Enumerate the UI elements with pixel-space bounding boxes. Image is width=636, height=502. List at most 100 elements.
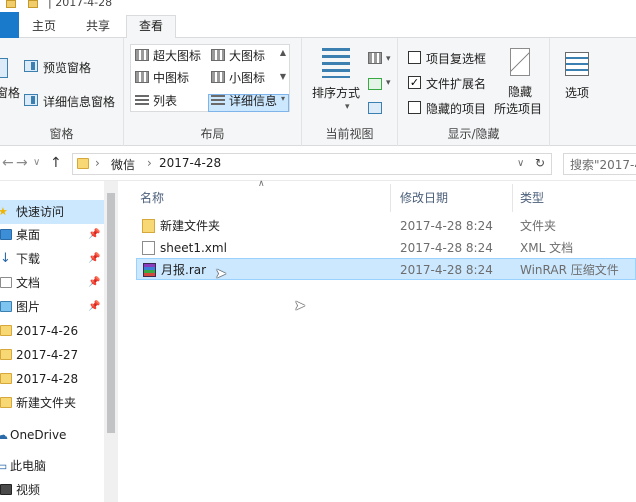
- options-group: 选项: [550, 38, 606, 146]
- navigation-pane-button[interactable]: 窗格: [0, 84, 20, 101]
- file-list: ∧ 名称 修改日期 类型 新建文件夹 2017-4-28 8:24 文件夹 sh…: [118, 179, 636, 502]
- column-separator[interactable]: [512, 184, 513, 212]
- xml-file-icon: [142, 241, 155, 255]
- refresh-icon[interactable]: ↻: [535, 156, 545, 170]
- current-view-group: 排序方式 ▾ ▾ ▾ 当前视图: [302, 38, 398, 146]
- show-hide-group: 项目复选框 ✓ 文件扩展名 隐藏的项目 隐藏 所选项目 显示/隐藏: [398, 38, 550, 146]
- group-by-dropdown-icon[interactable]: ▾: [386, 54, 391, 64]
- hidden-items-label: 隐藏的项目: [426, 102, 487, 116]
- nav-item-desktop[interactable]: 桌面 📌: [0, 223, 104, 247]
- nav-item-2017-4-28[interactable]: 2017-4-28: [0, 367, 104, 391]
- cloud-icon: ☁: [0, 428, 8, 442]
- pin-icon[interactable]: 📌: [88, 295, 100, 319]
- preview-pane-button[interactable]: 预览窗格: [43, 59, 91, 76]
- table-row[interactable]: sheet1.xml 2017-4-28 8:24 XML 文档: [136, 237, 636, 259]
- up-arrow-icon[interactable]: ↑: [50, 155, 62, 171]
- column-header-name[interactable]: 名称: [140, 189, 164, 206]
- rar-file-icon: [143, 263, 156, 277]
- hidden-items-checkbox[interactable]: [408, 101, 421, 114]
- documents-icon: [0, 277, 12, 288]
- table-row-selected[interactable]: 月报.rar 2017-4-28 8:24 WinRAR 压缩文件: [136, 258, 636, 280]
- nav-item-2017-4-27[interactable]: 2017-4-27: [0, 343, 104, 367]
- ribbon: 窗格 预览窗格 详细信息窗格 窗格 超大图标 大图标 中图标 小图标 列表 详细…: [0, 38, 636, 146]
- pin-icon[interactable]: 📌: [88, 271, 100, 295]
- nav-item-new-folder[interactable]: 新建文件夹: [0, 391, 104, 415]
- layout-list[interactable]: 列表: [153, 92, 177, 109]
- nav-item-videos[interactable]: 视频: [0, 478, 104, 502]
- recent-locations-chevron-icon[interactable]: ∨: [33, 157, 40, 168]
- details-icon: [211, 95, 225, 106]
- forward-arrow-icon[interactable]: →: [16, 155, 28, 171]
- hide-selected-button-line2[interactable]: 所选项目: [494, 100, 542, 117]
- mouse-cursor-icon: ➤: [215, 266, 227, 282]
- nav-item-this-pc[interactable]: ▭ 此电脑: [0, 454, 104, 478]
- details-pane-button[interactable]: 详细信息窗格: [43, 93, 115, 110]
- address-bar: ← → ∨ ↑ › 微信 › 2017-4-28 ∨ ↻ 搜索"2017-4-2…: [0, 147, 636, 181]
- file-date: 2017-4-28 8:24: [400, 241, 493, 255]
- layout-small-icons[interactable]: 小图标: [229, 69, 265, 86]
- file-extensions-checkbox[interactable]: ✓: [408, 76, 421, 89]
- add-columns-dropdown-icon[interactable]: ▾: [386, 78, 391, 88]
- address-field[interactable]: › 微信 › 2017-4-28 ∨ ↻: [72, 153, 552, 175]
- navigation-pane: ★ 快速访问 桌面 📌 ↓ 下载 📌 文档 📌 图片 📌 2017-4-26 2…: [0, 181, 118, 502]
- navigation-pane-icon[interactable]: [0, 58, 8, 78]
- nav-item-downloads[interactable]: ↓ 下载 📌: [0, 247, 104, 271]
- list-icon: [135, 95, 149, 106]
- large-icons-icon: [211, 49, 225, 61]
- breadcrumb-separator-icon[interactable]: ›: [95, 156, 100, 170]
- layout-medium-icons[interactable]: 中图标: [153, 69, 189, 86]
- nav-item-quick-access[interactable]: ★ 快速访问: [0, 200, 104, 224]
- gallery-expand-icon[interactable]: ▾: [278, 93, 288, 105]
- tab-view[interactable]: 查看: [126, 15, 176, 39]
- layout-group: 超大图标 大图标 中图标 小图标 列表 详细信息 ▲ ▼ ▾ 布局: [124, 38, 302, 146]
- column-separator[interactable]: [390, 184, 391, 212]
- breadcrumb-2017-4-28[interactable]: 2017-4-28: [159, 156, 221, 170]
- nav-item-pictures[interactable]: 图片 📌: [0, 295, 104, 319]
- window-title: | 2017-4-28: [48, 0, 113, 9]
- pictures-icon: [0, 301, 12, 312]
- folder-icon: [28, 0, 38, 8]
- tab-home[interactable]: 主页: [24, 16, 64, 38]
- tab-share[interactable]: 共享: [76, 16, 120, 38]
- add-columns-icon[interactable]: [368, 78, 382, 90]
- sort-by-dropdown-icon[interactable]: ▾: [345, 102, 350, 112]
- table-row[interactable]: 新建文件夹 2017-4-28 8:24 文件夹: [136, 215, 636, 237]
- layout-large-icons[interactable]: 大图标: [229, 47, 265, 64]
- ribbon-tabs: 主页 共享 查看: [0, 12, 636, 39]
- item-checkboxes-checkbox[interactable]: [408, 51, 421, 64]
- group-by-icon[interactable]: [368, 52, 382, 64]
- breadcrumb-separator-icon[interactable]: ›: [147, 156, 152, 170]
- app-icon: [6, 0, 16, 8]
- nav-item-2017-4-26[interactable]: 2017-4-26: [0, 319, 104, 343]
- tab-file[interactable]: [0, 12, 19, 38]
- column-header-type[interactable]: 类型: [520, 189, 544, 206]
- back-arrow-icon[interactable]: ←: [2, 155, 14, 171]
- extra-large-icons-icon: [135, 49, 149, 61]
- computer-icon: ▭: [0, 459, 8, 473]
- nav-item-onedrive[interactable]: ☁ OneDrive: [0, 423, 104, 447]
- pin-icon[interactable]: 📌: [88, 247, 100, 271]
- layout-extra-large-icons[interactable]: 超大图标: [153, 47, 201, 64]
- gallery-scroll-up-icon[interactable]: ▲: [278, 47, 288, 59]
- pin-icon[interactable]: 📌: [88, 223, 100, 247]
- options-button[interactable]: 选项: [565, 84, 589, 101]
- sort-by-button[interactable]: 排序方式: [312, 84, 360, 101]
- column-header-date[interactable]: 修改日期: [400, 189, 448, 206]
- search-input[interactable]: 搜索"2017-4-28": [563, 153, 636, 175]
- nav-scrollbar-thumb[interactable]: [107, 193, 115, 433]
- address-dropdown-icon[interactable]: ∨: [517, 158, 524, 169]
- gallery-scroll-down-icon[interactable]: ▼: [278, 71, 288, 83]
- file-type: WinRAR 压缩文件: [520, 263, 619, 277]
- file-extensions-label: 文件扩展名: [426, 77, 487, 91]
- size-columns-icon[interactable]: [368, 102, 382, 114]
- file-date: 2017-4-28 8:24: [400, 219, 493, 233]
- sort-by-icon: [322, 48, 350, 78]
- breadcrumb-weixin[interactable]: 微信: [111, 156, 135, 173]
- nav-item-documents[interactable]: 文档 📌: [0, 271, 104, 295]
- folder-icon: [0, 373, 12, 384]
- options-icon: [565, 52, 589, 76]
- panes-group-label: 窗格: [49, 127, 74, 141]
- layout-details[interactable]: 详细信息: [229, 92, 277, 109]
- show-hide-group-label: 显示/隐藏: [447, 127, 500, 141]
- hide-selected-button-line1[interactable]: 隐藏: [508, 83, 532, 100]
